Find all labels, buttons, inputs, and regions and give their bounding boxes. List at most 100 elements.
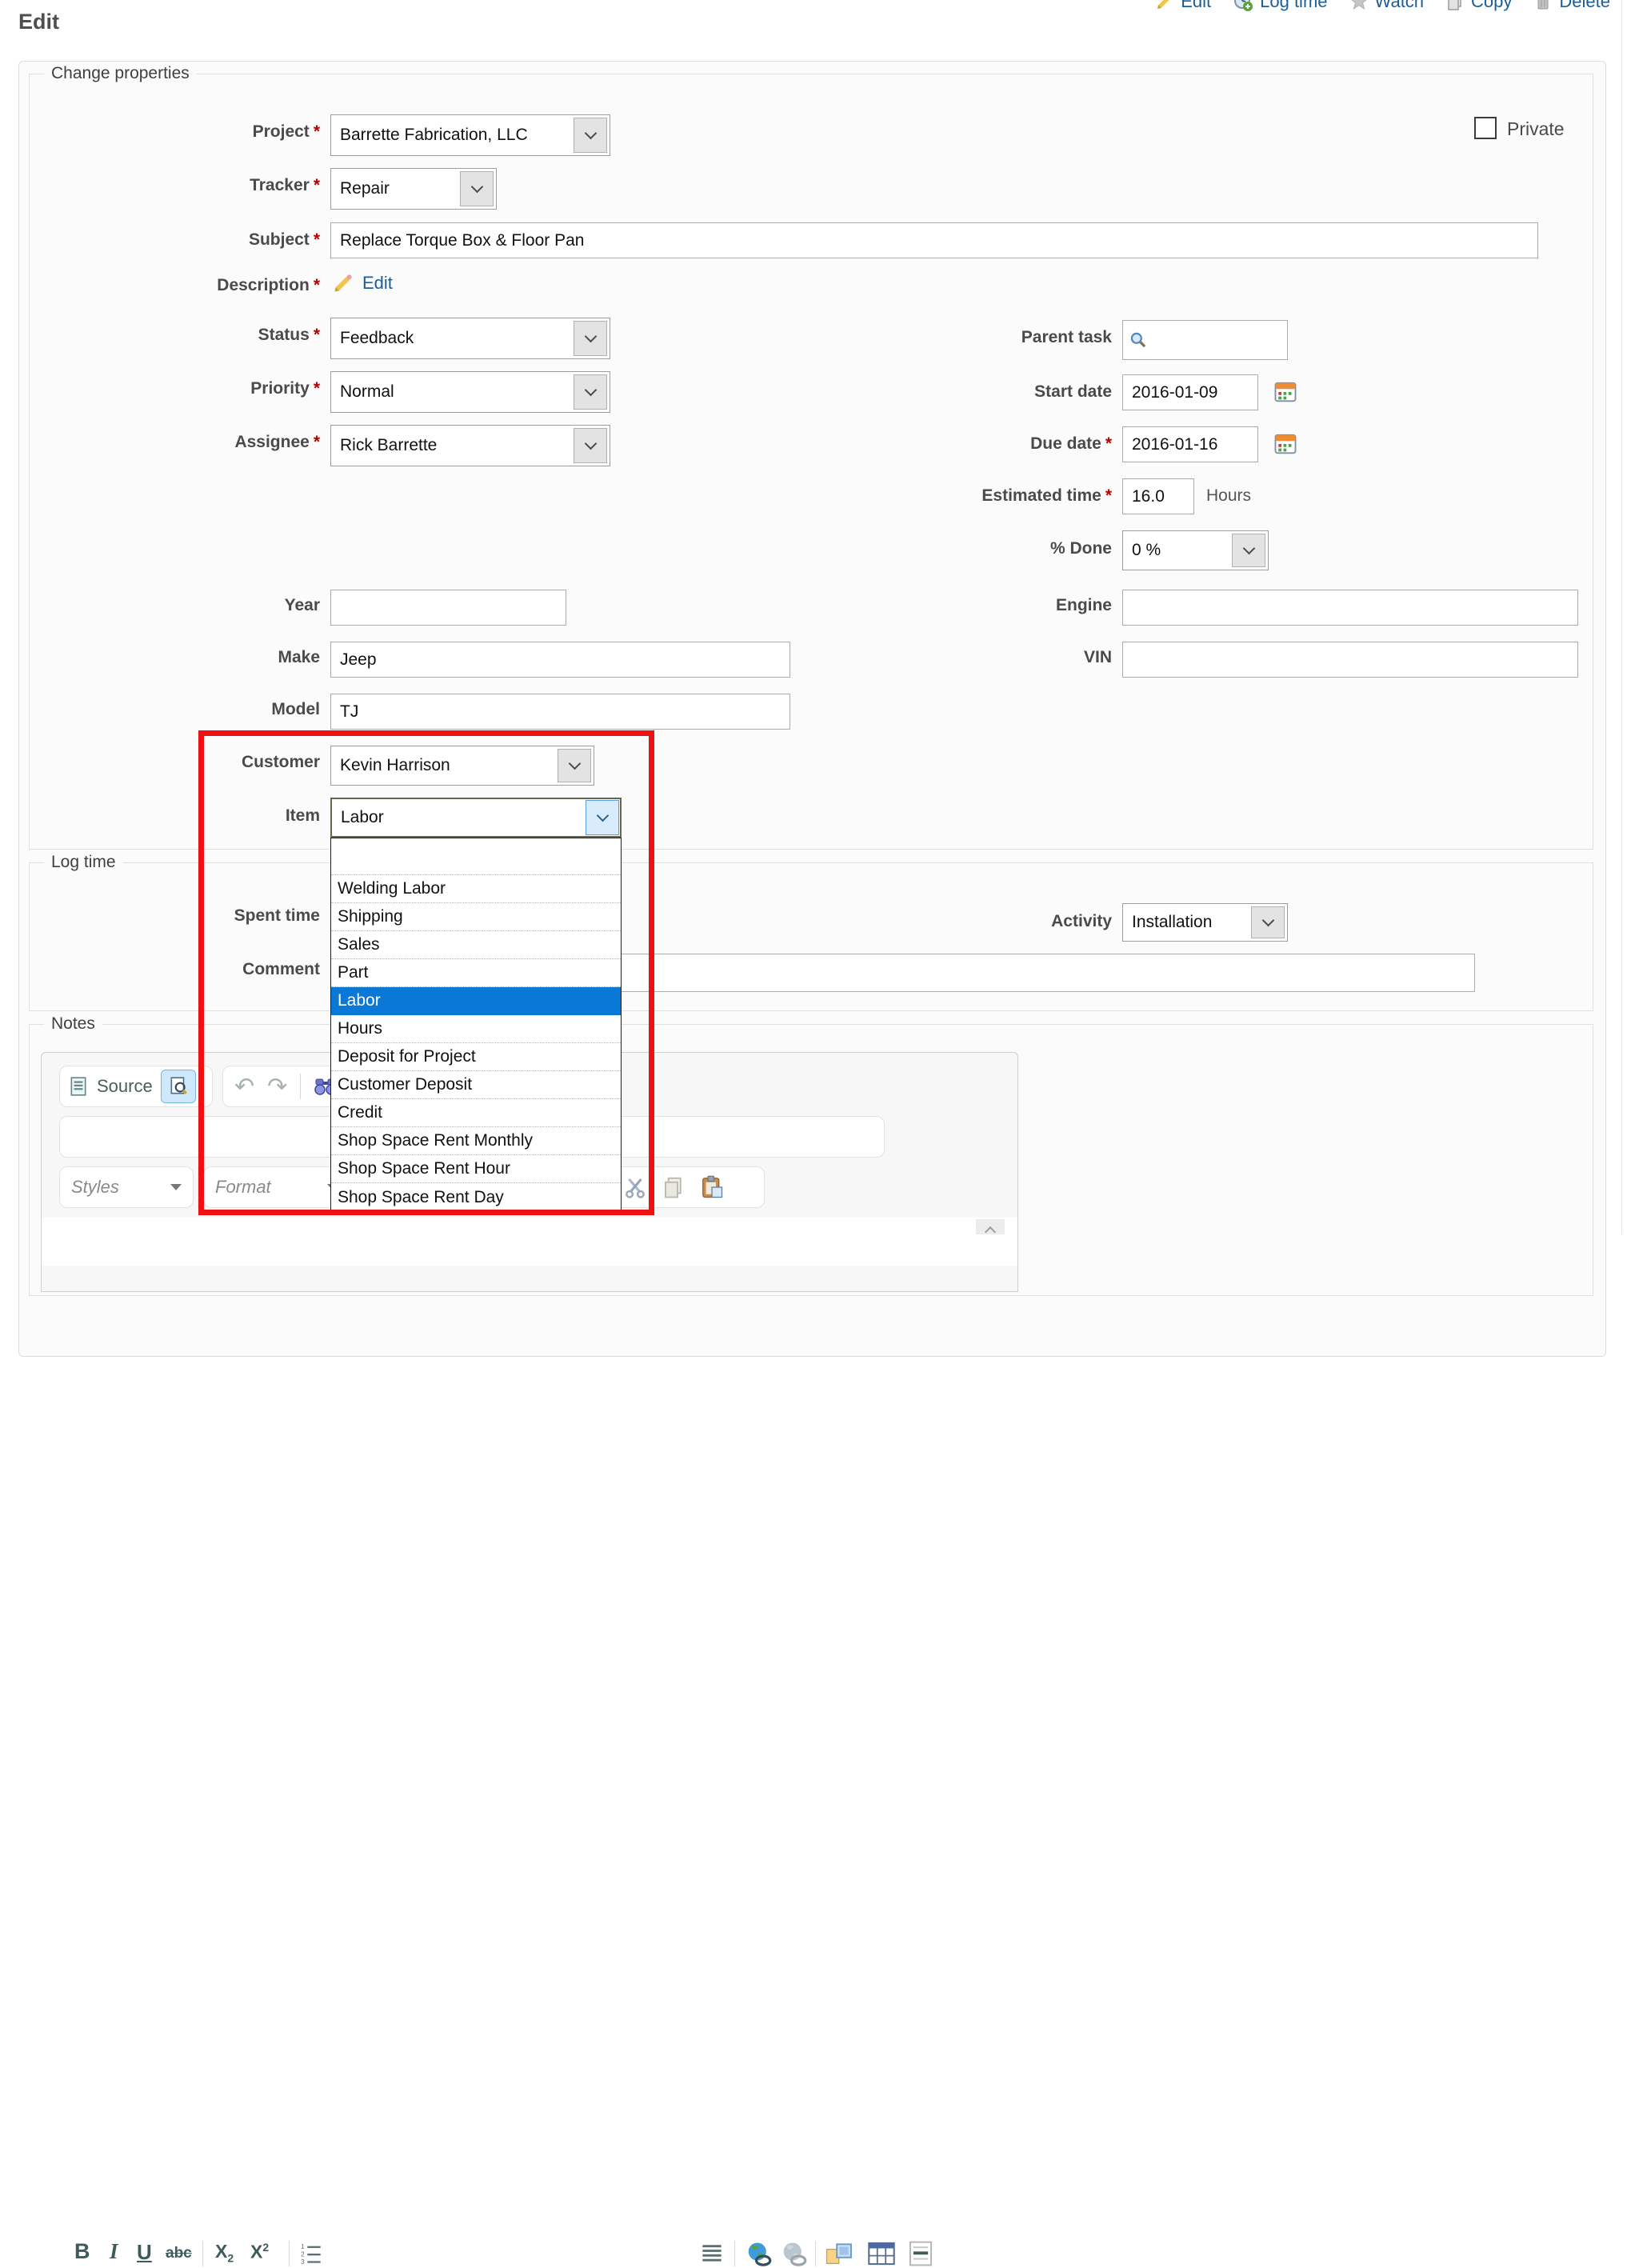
project-select-arrow[interactable]: [574, 118, 607, 153]
contextual-actions: Edit Log time Watch Copy Delete: [1155, 0, 1610, 14]
italic-icon[interactable]: I: [110, 2239, 118, 2264]
dropdown-option[interactable]: Shop Space Rent Monthly: [331, 1127, 621, 1155]
done-select-arrow[interactable]: [1232, 534, 1265, 567]
chevron-down-icon: [584, 438, 597, 450]
customer-select[interactable]: Kevin Harrison: [330, 746, 594, 786]
done-select[interactable]: 0 %: [1122, 530, 1269, 570]
priority-select[interactable]: Normal: [330, 371, 610, 413]
undo-icon[interactable]: ↶: [234, 1073, 254, 1101]
dropdown-option[interactable]: Hours: [331, 1015, 621, 1043]
dropdown-option[interactable]: Part: [331, 959, 621, 987]
engine-label: Engine: [720, 596, 1112, 615]
item-select-arrow[interactable]: [586, 800, 619, 835]
editor-content-area[interactable]: [42, 1218, 1017, 1266]
link-icon[interactable]: [745, 2241, 772, 2266]
table-icon[interactable]: [868, 2242, 895, 2266]
dropdown-option[interactable]: Sales: [331, 931, 621, 959]
start-date-input[interactable]: 2016-01-09: [1122, 374, 1258, 410]
edit-action[interactable]: Edit: [1155, 0, 1211, 12]
redo-icon[interactable]: ↷: [267, 1073, 287, 1101]
customer-select-arrow[interactable]: [558, 749, 591, 782]
strike-icon[interactable]: abc: [166, 2245, 192, 2262]
subscript-icon[interactable]: X2: [215, 2241, 234, 2265]
activity-select[interactable]: Installation: [1122, 903, 1288, 942]
notes-legend: Notes: [44, 1014, 102, 1034]
item-label: Item: [0, 806, 320, 826]
dropdown-option[interactable]: Shop Space Rent Hour: [331, 1155, 621, 1183]
subject-input[interactable]: Replace Torque Box & Floor Pan: [330, 222, 1538, 258]
paste-icon[interactable]: [700, 1175, 724, 1199]
subject-label: Subject*: [0, 230, 320, 250]
clipboard-group: [608, 1166, 765, 1208]
numbered-list-icon[interactable]: 123: [300, 2242, 322, 2265]
due-date-input[interactable]: 2016-01-16: [1122, 426, 1258, 462]
dropdown-option[interactable]: Deposit for Project: [331, 1043, 621, 1071]
log-time-action[interactable]: Log time: [1233, 0, 1327, 12]
styles-combo-label: Styles: [71, 1177, 119, 1198]
justify-icon[interactable]: [700, 2242, 724, 2265]
toolbar-divider: [289, 2241, 290, 2266]
preview-icon: [168, 1076, 189, 1097]
bold-icon[interactable]: B: [74, 2239, 90, 2264]
chevron-down-icon: [584, 330, 597, 343]
year-input[interactable]: [330, 590, 566, 626]
copy-action[interactable]: Copy: [1445, 0, 1512, 12]
cut-icon[interactable]: [623, 1175, 647, 1199]
priority-select-arrow[interactable]: [574, 374, 607, 410]
dropdown-option[interactable]: Shop Space Rent Day: [331, 1183, 621, 1211]
project-label: Project*: [0, 122, 320, 142]
model-input[interactable]: TJ: [330, 694, 790, 730]
description-edit[interactable]: Edit: [332, 272, 393, 294]
dropdown-option[interactable]: Shipping: [331, 903, 621, 931]
assignee-select[interactable]: Rick Barrette: [330, 425, 610, 466]
preview-button[interactable]: [161, 1070, 196, 1103]
copy-icon: [1445, 0, 1465, 11]
activity-select-arrow[interactable]: [1251, 906, 1285, 938]
dropdown-option[interactable]: Welding Labor: [331, 875, 621, 903]
chevron-down-icon: [584, 127, 597, 140]
editor-scrollbar-up[interactable]: [976, 1219, 1005, 1234]
copy-icon[interactable]: [662, 1175, 686, 1199]
toolbar-divider: [202, 2241, 203, 2266]
tracker-select-arrow[interactable]: [460, 171, 494, 206]
vin-input[interactable]: [1122, 642, 1578, 678]
unlink-icon[interactable]: [780, 2241, 807, 2266]
toolbar-divider: [300, 1074, 301, 1099]
calendar-icon[interactable]: [1273, 380, 1297, 404]
styles-combo[interactable]: Styles: [59, 1166, 194, 1208]
parent-task-input[interactable]: [1122, 320, 1288, 360]
source-button[interactable]: Source: [97, 1076, 153, 1097]
underline-icon[interactable]: U: [137, 2240, 152, 2265]
item-select[interactable]: Labor: [330, 798, 622, 838]
tracker-select[interactable]: Repair: [330, 168, 497, 210]
assignee-select-arrow[interactable]: [574, 428, 607, 463]
pencil-icon: [332, 272, 354, 294]
chevron-down-icon: [596, 810, 609, 822]
done-label: % Done: [720, 539, 1112, 558]
estimated-time-label: Estimated time*: [720, 486, 1112, 506]
dropdown-option-selected[interactable]: Labor: [331, 987, 621, 1015]
dropdown-option[interactable]: Credit: [331, 1099, 621, 1127]
dropdown-option[interactable]: Customer Deposit: [331, 1071, 621, 1099]
status-select[interactable]: Feedback: [330, 318, 610, 359]
image-icon[interactable]: [825, 2241, 855, 2268]
horizontal-rule-icon[interactable]: [908, 2240, 933, 2267]
superscript-icon[interactable]: X2: [250, 2241, 269, 2263]
engine-input[interactable]: [1122, 590, 1578, 626]
private-checkbox[interactable]: [1474, 117, 1497, 139]
private-label: Private: [1507, 118, 1565, 140]
toolbar-divider: [815, 2241, 816, 2266]
chevron-down-icon: [584, 384, 597, 397]
estimated-time-input[interactable]: 16.0: [1122, 478, 1194, 514]
pencil-icon: [1155, 0, 1174, 11]
watch-action[interactable]: Watch: [1349, 0, 1425, 12]
description-label: Description*: [0, 276, 320, 295]
project-select[interactable]: Barrette Fabrication, LLC: [330, 114, 610, 156]
calendar-icon[interactable]: [1273, 432, 1297, 456]
model-label: Model: [0, 700, 320, 719]
item-dropdown-list: Welding Labor Shipping Sales Part Labor …: [330, 838, 622, 1210]
delete-action[interactable]: Delete: [1533, 0, 1610, 12]
dropdown-option[interactable]: [331, 838, 621, 875]
status-select-arrow[interactable]: [574, 321, 607, 356]
tracker-label: Tracker*: [0, 176, 320, 195]
